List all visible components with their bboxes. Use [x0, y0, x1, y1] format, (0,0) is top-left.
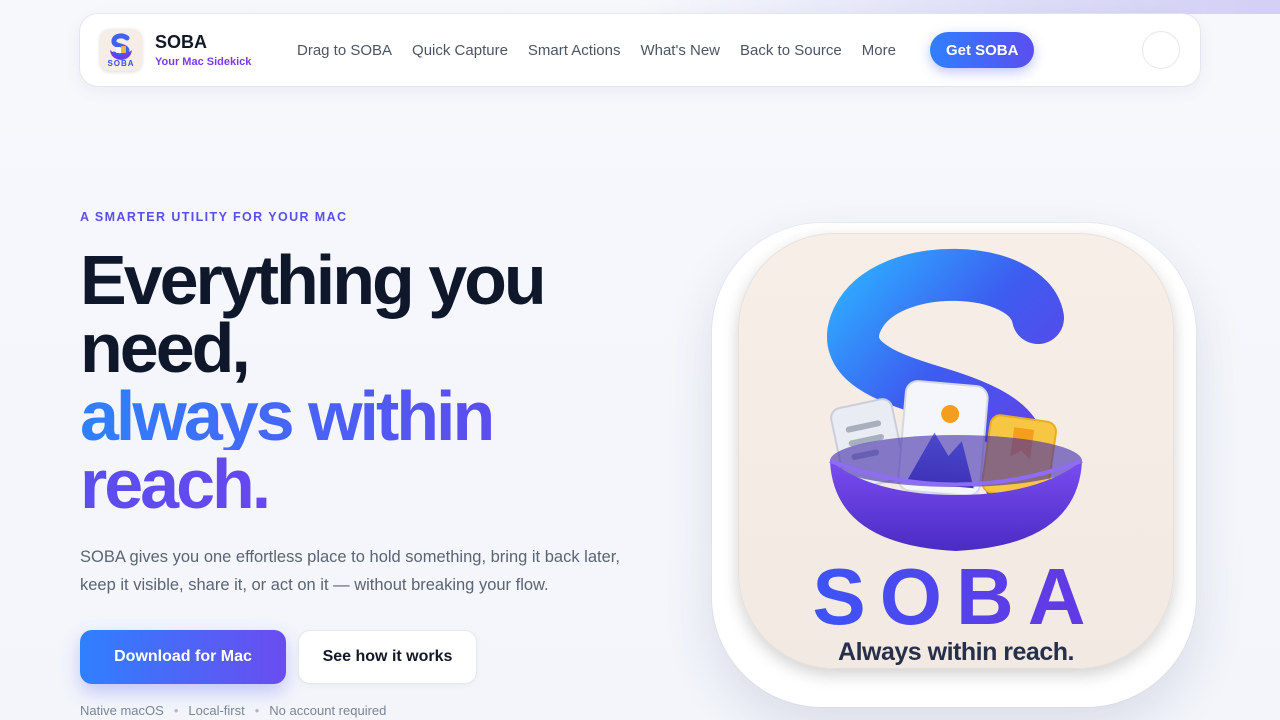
- see-how-it-works-button[interactable]: See how it works: [298, 630, 477, 684]
- headline-line-4: reach.: [80, 449, 640, 519]
- app-icon-showcase: SOBA Always within reach.: [712, 223, 1196, 707]
- top-gradient-band: [640, 0, 1280, 14]
- badge-separator: •: [173, 703, 179, 718]
- hero-eyebrow: A SMARTER UTILITY FOR YOUR MAC: [80, 210, 348, 224]
- nav-more-menu[interactable]: More: [862, 42, 896, 59]
- nav-link-drag-to-soba[interactable]: Drag to SOBA: [297, 42, 392, 59]
- headline-line-2: need,: [80, 309, 251, 387]
- app-icon-slogan: Always within reach.: [838, 638, 1074, 666]
- get-soba-button[interactable]: Get SOBA: [929, 32, 1035, 68]
- soba-logo-icon: SOBA: [100, 29, 142, 71]
- brand-name: SOBA: [155, 32, 208, 52]
- logo-wordmark: SOBA: [107, 59, 135, 68]
- headline-line-1: Everything you: [80, 241, 547, 319]
- badge-native-macos: Native macOS: [80, 703, 164, 718]
- app-icon-wordmark: SOBA: [738, 551, 1174, 643]
- nav-link-whats-new[interactable]: What's New: [640, 42, 720, 59]
- feature-badges: Native macOS • Local-first • No account …: [80, 703, 386, 718]
- brand-tagline: Your Mac Sidekick: [155, 56, 252, 68]
- brand-text: SOBA Your Mac Sidekick: [155, 32, 251, 68]
- hero-headline: Everything you need, always within reach…: [80, 241, 640, 519]
- badge-separator: •: [254, 703, 260, 718]
- brand[interactable]: SOBA SOBA Your Mac Sidekick: [100, 29, 296, 71]
- top-navigation-bar: SOBA SOBA Your Mac Sidekick Drag to SOBA…: [80, 14, 1200, 86]
- download-for-mac-button[interactable]: Download for Mac: [80, 630, 286, 684]
- hero-description: SOBA gives you one effortless place to h…: [80, 548, 620, 594]
- soba-app-icon: SOBA Always within reach.: [738, 233, 1174, 669]
- badge-no-account: No account required: [269, 703, 387, 718]
- nav-link-quick-capture[interactable]: Quick Capture: [412, 42, 508, 59]
- nav-link-back-to-source[interactable]: Back to Source: [740, 42, 842, 59]
- headline-line-3: always within: [80, 381, 640, 451]
- nav-link-smart-actions[interactable]: Smart Actions: [528, 42, 621, 59]
- account-avatar[interactable]: [1142, 31, 1180, 69]
- badge-local-first: Local-first: [188, 703, 245, 718]
- nav-links: Drag to SOBA Quick Capture Smart Actions…: [297, 42, 916, 59]
